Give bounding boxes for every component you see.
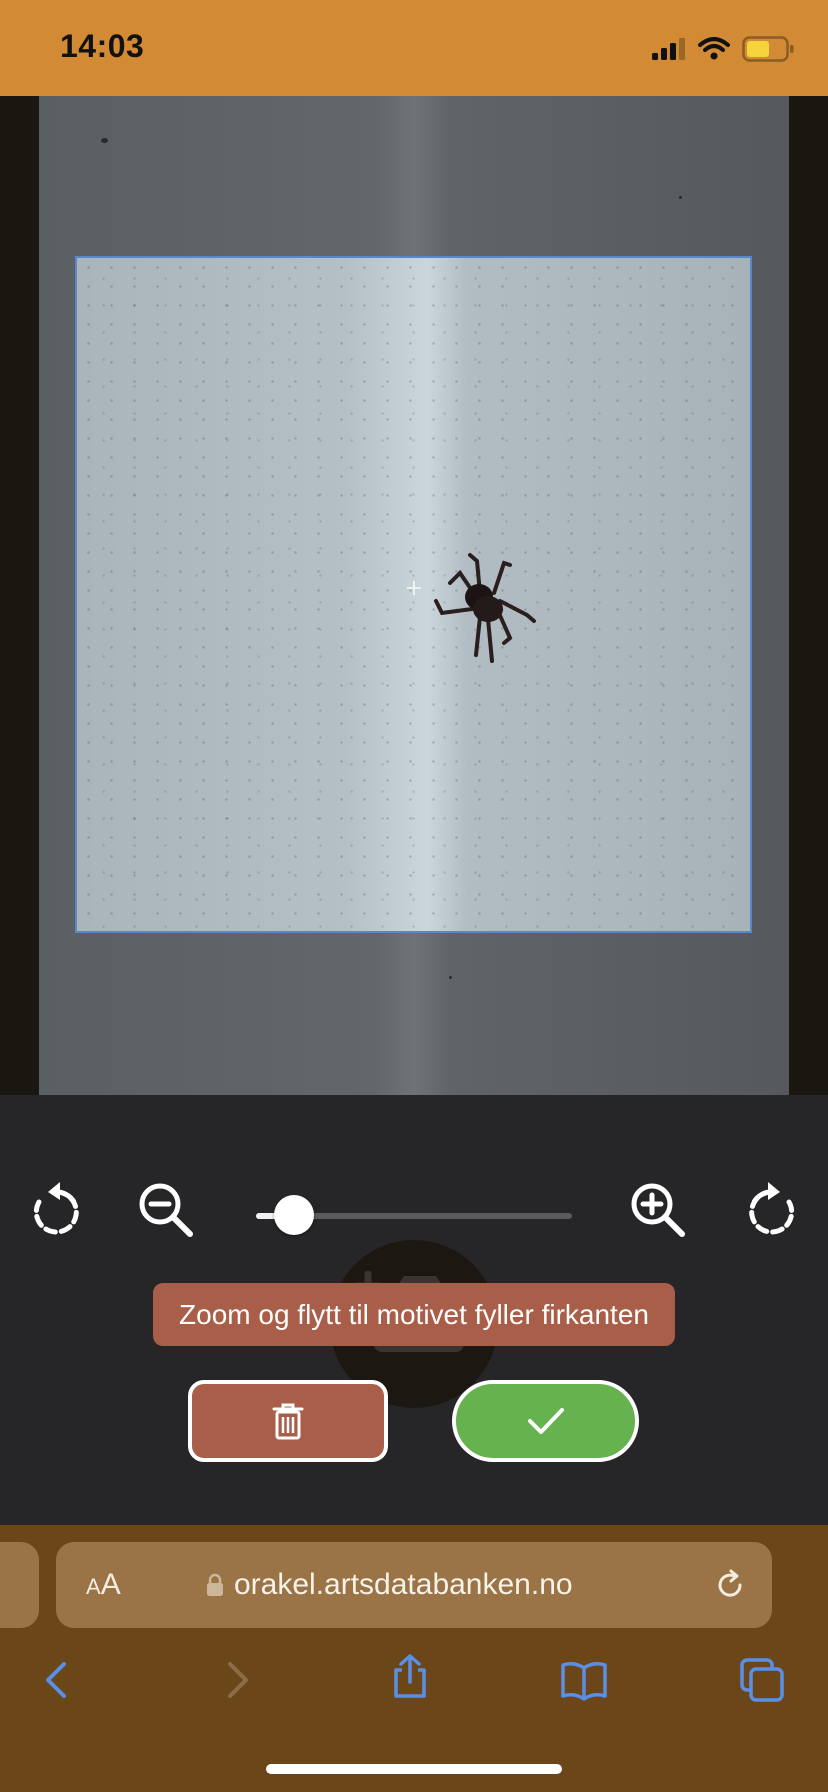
spider-icon — [434, 553, 536, 663]
rotate-left-icon[interactable] — [26, 1180, 86, 1240]
photo-speck — [101, 138, 108, 143]
text-size-button[interactable]: AA — [86, 1542, 121, 1628]
text-size-large-a: A — [100, 1568, 121, 1601]
zoom-in-icon[interactable] — [628, 1180, 688, 1240]
url-text: orakel.artsdatabanken.no — [234, 1568, 573, 1601]
share-icon[interactable] — [386, 1652, 434, 1700]
confirm-crop-button[interactable] — [452, 1380, 639, 1462]
bookmarks-icon[interactable] — [560, 1656, 608, 1704]
previous-tab-preview[interactable] — [0, 1542, 39, 1628]
lock-icon — [207, 1573, 223, 1596]
photo-speck — [449, 976, 452, 979]
zoom-slider-thumb[interactable] — [273, 1195, 314, 1235]
zoom-out-icon[interactable] — [136, 1180, 196, 1240]
wifi-icon — [698, 37, 730, 60]
back-icon[interactable] — [34, 1656, 82, 1704]
photo-speck — [679, 196, 682, 199]
url-display[interactable]: orakel.artsdatabanken.no — [206, 1542, 573, 1628]
checkmark-icon — [527, 1408, 564, 1434]
status-bar: 14:03 — [0, 0, 828, 96]
delete-photo-button[interactable] — [188, 1380, 388, 1462]
forward-icon[interactable] — [212, 1656, 260, 1704]
cellular-signal-icon — [652, 38, 685, 60]
reload-icon[interactable] — [712, 1567, 748, 1603]
tabs-icon[interactable] — [738, 1656, 786, 1704]
status-icons — [652, 34, 794, 64]
address-bar[interactable]: AA orakel.artsdatabanken.no — [56, 1542, 772, 1628]
battery-icon — [742, 36, 794, 62]
crosshair-icon — [407, 581, 421, 595]
status-time: 14:03 — [60, 28, 145, 64]
crop-hint: Zoom og flytt til motivet fyller firkant… — [153, 1283, 675, 1346]
home-indicator[interactable] — [266, 1764, 562, 1774]
text-size-small-a: A — [86, 1574, 101, 1599]
trash-icon — [272, 1403, 304, 1440]
rotate-right-icon[interactable] — [742, 1180, 802, 1240]
